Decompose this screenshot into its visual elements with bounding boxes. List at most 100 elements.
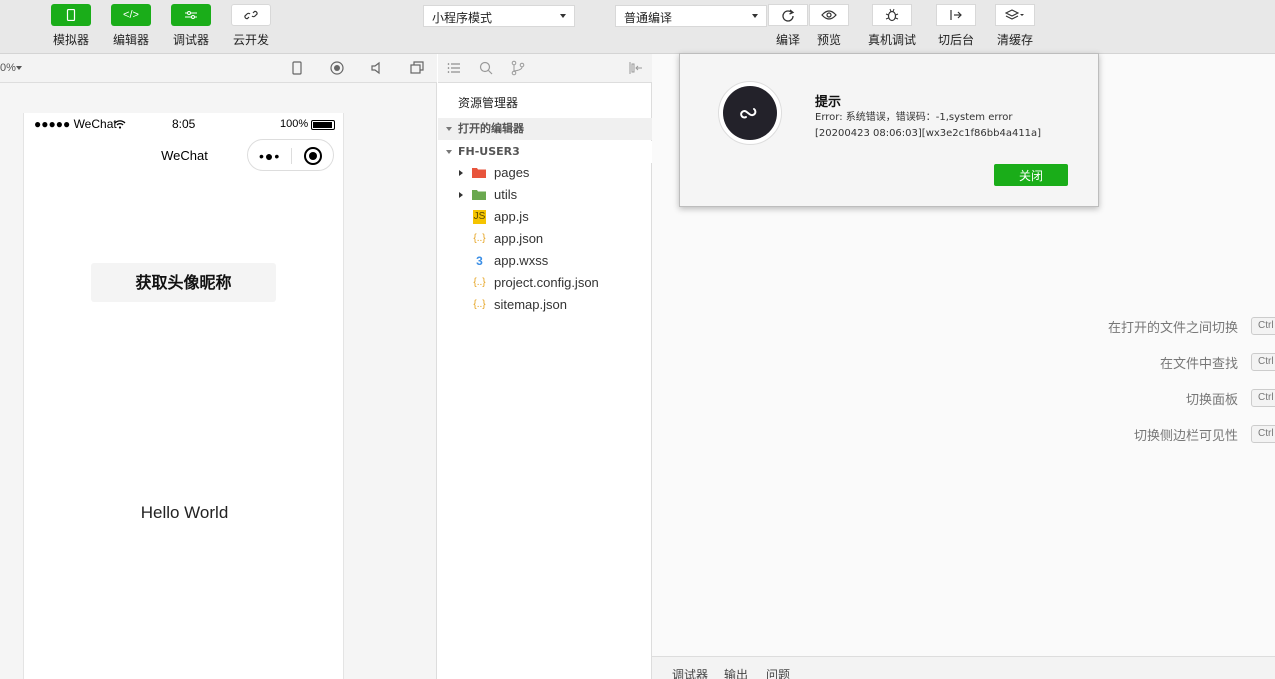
search-icon[interactable]	[478, 60, 494, 76]
wifi-icon	[114, 118, 126, 132]
exit-arrow-icon	[936, 4, 976, 26]
volume-icon[interactable]	[369, 60, 385, 76]
simulator-toolbar: 0%	[0, 54, 437, 83]
tree-item-sitemap[interactable]: {..} sitemap.json	[438, 294, 652, 316]
mode-select[interactable]: 小程序模式	[423, 5, 575, 27]
shortcut-key: Ctrl	[1251, 425, 1275, 443]
tree-item-pages[interactable]: pages	[438, 162, 652, 184]
compile-select-value: 普通编译	[624, 11, 673, 25]
phone-screen: ●●●●● WeChat 8:05 100% WeChat •●• 获取头像昵称…	[23, 113, 344, 679]
js-file-icon: JS	[473, 210, 486, 224]
chevron-down-icon	[560, 14, 566, 18]
refresh-icon	[768, 4, 808, 26]
cloud-dev-button[interactable]: 云开发	[221, 4, 281, 48]
record-icon[interactable]	[329, 60, 345, 76]
debugger-label: 调试器	[172, 33, 209, 47]
real-device-debug-button[interactable]: 真机调试	[866, 4, 918, 48]
tab-debugger[interactable]: 调试器	[672, 666, 708, 679]
json-file-icon: {..}	[473, 233, 486, 244]
tree-item-label: utils	[494, 187, 518, 202]
error-detail-line: [20200423 08:06:03][wx3e2c1f86bb4a411a]	[815, 128, 1042, 139]
tree-item-utils[interactable]: utils	[438, 184, 652, 206]
project-section[interactable]: FH-USER3	[438, 141, 652, 163]
tab-output[interactable]: 输出	[724, 666, 748, 679]
hello-text: Hello World	[140, 503, 229, 522]
cloud-link-icon	[231, 4, 271, 26]
code-icon: </>	[111, 4, 151, 26]
dialog-title: 提示	[815, 95, 842, 110]
preview-label: 预览	[816, 33, 841, 47]
chevron-down-icon	[446, 150, 452, 154]
compile-select[interactable]: 普通编译	[615, 5, 767, 27]
compile-label: 编译	[775, 33, 800, 47]
status-time: 8:05	[172, 117, 196, 131]
tree-item-app-js[interactable]: JS app.js	[438, 206, 652, 228]
close-button[interactable]: 关闭	[994, 164, 1068, 186]
dialog-message: Error: 系统错误，错误码：-1,system error [2020042…	[815, 110, 1085, 142]
tree-item-label: app.wxss	[494, 253, 549, 268]
preview-button[interactable]: 预览	[808, 4, 850, 48]
menu-capsule[interactable]: •●•	[247, 139, 334, 171]
error-dialog: 提示 Error: 系统错误，错误码：-1,system error [2020…	[679, 53, 1099, 207]
real-device-debug-label: 真机调试	[867, 33, 916, 47]
open-editors-label: 打开的编辑器	[458, 122, 524, 135]
branch-icon[interactable]	[510, 60, 526, 76]
tab-problems[interactable]: 问题	[766, 666, 790, 679]
debugger-button[interactable]: 调试器	[161, 4, 221, 48]
backstage-label: 切后台	[937, 33, 974, 47]
chevron-down-icon	[446, 127, 452, 131]
editor-label: 编辑器	[112, 33, 149, 47]
error-message-line: Error: 系统错误，错误码：-1,system error	[815, 112, 1013, 123]
explorer-title: 资源管理器	[458, 96, 519, 110]
top-toolbar: 模拟器 </> 编辑器 调试器 云开发 小程序模式 普通编译 编译 预览 真机调…	[0, 0, 1275, 54]
battery-percent: 100%	[280, 118, 309, 130]
bug-icon	[872, 4, 912, 26]
zoom-select[interactable]: 0%	[0, 62, 16, 74]
tree-item-label: project.config.json	[494, 275, 599, 290]
shortcut-toggle-panel: 切换面板	[1185, 393, 1238, 408]
get-profile-button[interactable]: 获取头像昵称	[91, 263, 276, 302]
clear-cache-button[interactable]: 清缓存	[994, 4, 1036, 48]
explorer-toolbar	[438, 54, 652, 83]
more-icon[interactable]: •●•	[259, 148, 280, 164]
link-icon	[723, 86, 777, 140]
tree-item-app-json[interactable]: {..} app.json	[438, 228, 652, 250]
capsule-divider	[291, 148, 292, 164]
list-icon[interactable]	[446, 60, 462, 76]
compile-button[interactable]: 编译	[767, 4, 809, 48]
sliders-icon	[171, 4, 211, 26]
clear-cache-label: 清缓存	[996, 33, 1033, 47]
simulator-label: 模拟器	[52, 33, 89, 47]
shortcut-toggle-sidebar: 切换侧边栏可见性	[1133, 429, 1238, 444]
json-file-icon: {..}	[473, 277, 486, 288]
shortcut-key: Ctrl	[1251, 317, 1275, 335]
json-file-icon: {..}	[473, 299, 486, 310]
phone-rotate-icon[interactable]	[289, 60, 305, 76]
cloud-dev-label: 云开发	[232, 33, 269, 47]
tree-item-project-config[interactable]: {..} project.config.json	[438, 272, 652, 294]
status-bar: ●●●●● WeChat 8:05 100%	[24, 113, 345, 135]
detach-window-icon[interactable]	[409, 60, 425, 76]
open-editors-section[interactable]: 打开的编辑器	[438, 118, 652, 140]
mode-select-value: 小程序模式	[432, 11, 493, 25]
shortcut-find-in-files: 在文件中查找	[1159, 357, 1238, 372]
editor-button[interactable]: </> 编辑器	[101, 4, 161, 48]
collapse-panel-icon[interactable]	[628, 60, 644, 76]
bottom-panel-tabs: 调试器 输出 问题	[652, 656, 1275, 679]
chevron-right-icon	[459, 170, 463, 176]
close-miniprogram-icon[interactable]	[304, 147, 322, 165]
battery-icon	[311, 120, 335, 130]
miniprogram-logo	[718, 81, 782, 145]
backstage-button[interactable]: 切后台	[935, 4, 977, 48]
tree-item-app-wxss[interactable]: 3 app.wxss	[438, 250, 652, 272]
simulator-button[interactable]: 模拟器	[41, 4, 101, 48]
shortcut-key: Ctrl	[1251, 389, 1275, 407]
chevron-down-icon	[752, 14, 758, 18]
signal-carrier: ●●●●● WeChat	[34, 117, 117, 131]
chevron-right-icon	[459, 192, 463, 198]
chevron-down-icon[interactable]	[16, 66, 22, 70]
tree-item-label: app.js	[494, 209, 529, 224]
folder-icon	[472, 188, 487, 202]
tree-item-label: app.json	[494, 231, 544, 246]
shortcut-key: Ctrl	[1251, 353, 1275, 371]
